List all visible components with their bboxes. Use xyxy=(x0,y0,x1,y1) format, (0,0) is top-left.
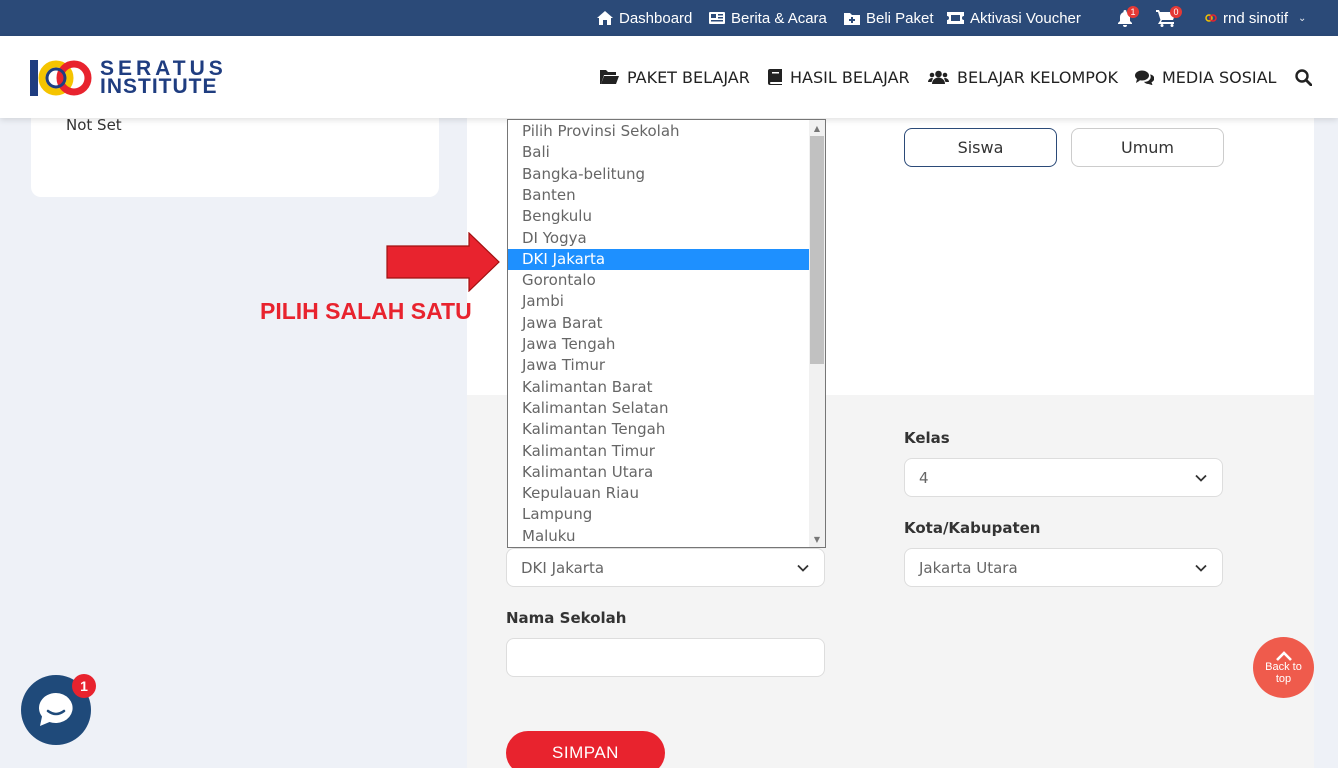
chat-badge: 1 xyxy=(72,674,96,698)
chevron-down-icon: ⌄ xyxy=(1298,12,1307,24)
kota-select[interactable]: Jakarta Utara xyxy=(904,548,1223,587)
kelas-value: 4 xyxy=(919,468,929,487)
search-button[interactable] xyxy=(1295,36,1312,118)
red-arrow-icon xyxy=(386,232,500,292)
nav-paket-belajar[interactable]: PAKET BELAJAR xyxy=(600,36,750,118)
scroll-down-arrow-icon[interactable]: ▼ xyxy=(809,532,825,546)
dropdown-option[interactable]: Lampung xyxy=(508,504,810,525)
dropdown-option[interactable]: Kalimantan Utara xyxy=(508,462,810,483)
nav-media-sosial[interactable]: MEDIA SOSIAL xyxy=(1135,36,1276,118)
dropdown-option[interactable]: Kalimantan Barat xyxy=(508,377,810,398)
provinsi-dropdown-list[interactable]: Maluku Lampung Kepulauan Riau Kalimantan Ut… xyxy=(507,119,826,548)
scroll-up-arrow-icon[interactable]: ▲ xyxy=(809,121,825,135)
back-to-top-label: Back to top xyxy=(1265,660,1302,685)
dropdown-option[interactable]: Bali xyxy=(508,142,810,163)
dropdown-option[interactable]: DKI Jakarta xyxy=(508,248,810,270)
users-icon xyxy=(928,70,949,84)
folder-open-icon xyxy=(600,70,619,84)
profile-value: Not Set xyxy=(66,116,122,134)
dashboard-link[interactable]: Dashboard xyxy=(597,0,692,36)
dropdown-option[interactable]: Banten xyxy=(508,185,810,206)
nama-sekolah-label: Nama Sekolah xyxy=(506,609,627,627)
dropdown-option[interactable]: Gorontalo xyxy=(508,270,810,291)
dropdown-option[interactable]: Jawa Tengah xyxy=(508,334,810,355)
dropdown-option[interactable]: Kalimantan Timur xyxy=(508,441,810,462)
folder-plus-icon xyxy=(844,12,860,25)
book-icon xyxy=(768,69,782,85)
nama-sekolah-input[interactable] xyxy=(506,638,825,677)
seratus-logo-icon xyxy=(30,60,92,96)
kota-label: Kota/Kabupaten xyxy=(904,519,1041,537)
provinsi-select[interactable]: DKI Jakarta xyxy=(506,548,825,587)
search-icon xyxy=(1295,68,1312,86)
dropdown-option[interactable]: Pilih Provinsi Sekolah xyxy=(508,121,810,142)
dropdown-option[interactable]: DI Yogya xyxy=(508,228,810,249)
simpan-button[interactable]: SIMPAN xyxy=(506,731,665,768)
user-menu[interactable]: rnd sinotif ⌄ xyxy=(1205,0,1306,36)
kelas-select[interactable]: 4 xyxy=(904,458,1223,497)
user-logo-icon xyxy=(1205,14,1217,22)
main-header: SERATUS INSTITUTE PAKET BELAJAR HASIL BE… xyxy=(0,36,1338,118)
voucher-link[interactable]: Aktivasi Voucher xyxy=(947,0,1081,36)
dropdown-option[interactable]: Kalimantan Selatan xyxy=(508,398,810,419)
role-umum-button[interactable]: Umum xyxy=(1071,128,1224,167)
comments-icon xyxy=(1135,70,1154,85)
dropdown-option[interactable]: Bengkulu xyxy=(508,206,810,227)
dropdown-option[interactable]: Jawa Timur xyxy=(508,355,810,376)
role-siswa-button[interactable]: Siswa xyxy=(904,128,1057,167)
dropdown-option[interactable]: Jawa Barat xyxy=(508,313,810,334)
dropdown-option[interactable]: Maluku xyxy=(508,526,810,547)
back-to-top-button[interactable]: Back to top xyxy=(1253,637,1314,698)
dropdown-option[interactable]: Kalimantan Tengah xyxy=(508,419,810,440)
newspaper-icon xyxy=(709,12,725,24)
home-icon xyxy=(597,11,613,25)
dropdown-option[interactable]: Kepulauan Riau xyxy=(508,483,810,504)
kota-value: Jakarta Utara xyxy=(919,558,1018,577)
chevron-down-icon xyxy=(797,564,809,572)
dropdown-option[interactable]: Bangka-belitung xyxy=(508,164,810,185)
logo-text: SERATUS INSTITUTE xyxy=(100,57,227,98)
dropdown-option[interactable]: Jambi xyxy=(508,291,810,312)
notification-badge: 1 xyxy=(1127,6,1139,18)
ticket-icon xyxy=(947,12,964,24)
chat-bubble-icon xyxy=(39,693,73,726)
news-link[interactable]: Berita & Acara xyxy=(709,0,827,36)
site-logo[interactable]: SERATUS INSTITUTE xyxy=(30,58,227,98)
nav-hasil-belajar[interactable]: HASIL BELAJAR xyxy=(768,36,910,118)
buy-package-link[interactable]: Beli Paket xyxy=(844,0,934,36)
cart-badge: 0 xyxy=(1170,6,1182,18)
annotation-text: PILIH SALAH SATU xyxy=(260,298,472,324)
provinsi-value: DKI Jakarta xyxy=(521,558,605,577)
chevron-down-icon xyxy=(1195,474,1207,482)
kelas-label: Kelas xyxy=(904,429,950,447)
chevron-down-icon xyxy=(1195,564,1207,572)
scroll-thumb[interactable] xyxy=(810,136,824,364)
nav-belajar-kelompok[interactable]: BELAJAR KELOMPOK xyxy=(928,36,1118,118)
top-bar: Dashboard Berita & Acara Beli Paket Akti… xyxy=(0,0,1338,36)
chevron-up-icon xyxy=(1275,650,1292,661)
dropdown-scrollbar[interactable]: ▲ ▼ xyxy=(809,120,825,547)
